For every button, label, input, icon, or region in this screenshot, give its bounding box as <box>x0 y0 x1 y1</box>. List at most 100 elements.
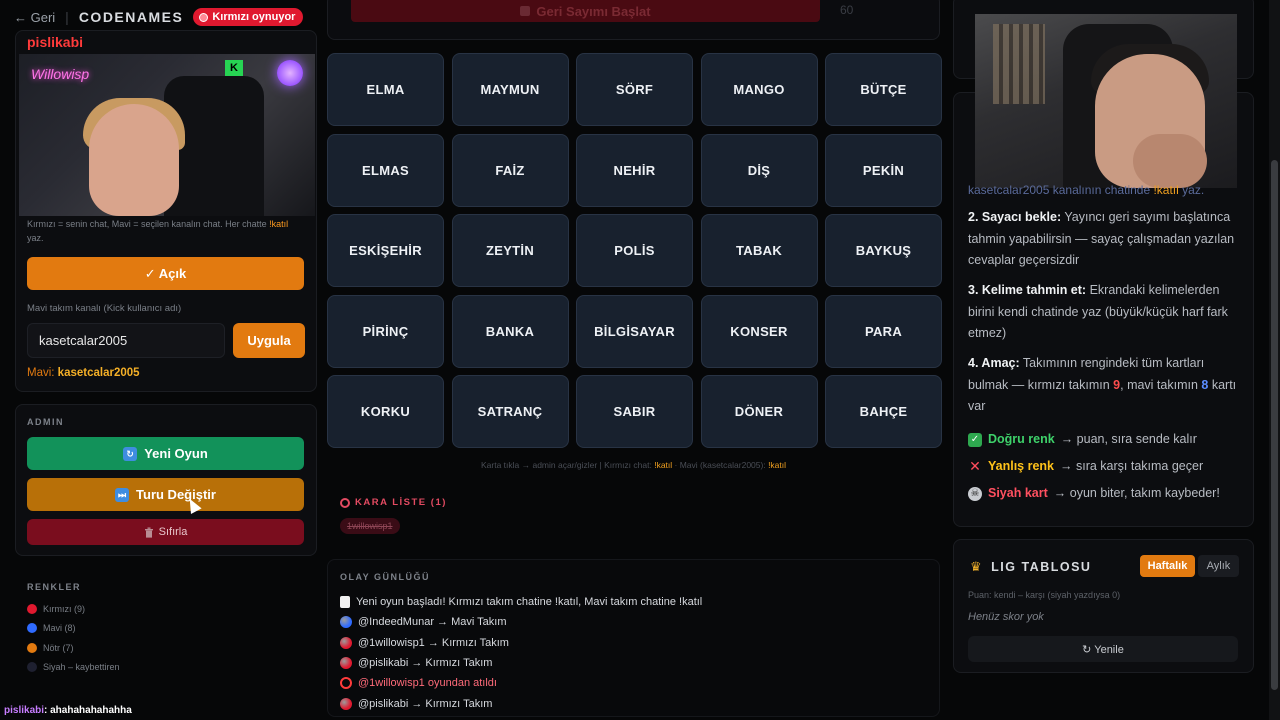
rule-correct-text: → puan, sıra sende kalır <box>1060 431 1197 446</box>
word-board: ELMA MAYMUN SÖRF MANGO BÜTÇE ELMAS FAİZ NEHİR Dİ… <box>327 53 942 448</box>
rule-wrong-label: Yanlış renk <box>988 458 1055 473</box>
league-subtitle: Puan: kendi – karşı (siyah yazdıysa 0) <box>968 590 1121 600</box>
word-card[interactable]: ELMA <box>327 53 444 126</box>
blocked-icon <box>340 497 350 508</box>
rule-step-3: 3. Kelime tahmin et: Ekrandaki kelimeler… <box>968 280 1238 345</box>
color-dot-icon <box>27 603 37 614</box>
trophy-icon: ♛ <box>970 559 984 574</box>
app-root: ← Geri | CODENAMES Kırmızı oynuyor pisli… <box>0 0 1280 720</box>
back-link[interactable]: ← Geri <box>14 10 55 25</box>
open-toggle-button[interactable]: ✓ Açık <box>27 257 304 290</box>
rule-correct: ✓ Doğru renk → puan, sıra sende kalır <box>968 426 1238 453</box>
word-card[interactable]: SABIR <box>576 375 693 448</box>
word-card[interactable]: DÖNER <box>700 375 818 448</box>
rule-step-4: 4. Amaç: Takımının rengindeki tüm kartla… <box>968 353 1238 418</box>
word-card[interactable]: FAİZ <box>451 133 569 207</box>
log-entry: @pislikabi → Kırmızı Takım <box>340 653 702 673</box>
log-entry: @1willowisp1 → Kırmızı Takım <box>340 633 702 653</box>
reset-button[interactable]: Sıfırla <box>27 519 304 545</box>
word-card[interactable]: BAHÇE <box>825 375 942 448</box>
color-legend-item: Kırmızı (9) <box>27 599 120 619</box>
start-countdown-label: Geri Sayımı Başlat <box>536 3 651 19</box>
blacklist-title-text: KARA LİSTE (1) <box>355 497 447 508</box>
log-entry-text: Yeni oyun başladı! Kırmızı takım chatine… <box>356 596 703 609</box>
streamer-webcam: Willowisp K <box>19 54 315 216</box>
team-dot-icon <box>340 636 352 649</box>
word-card[interactable]: TABAK <box>700 214 818 287</box>
scrollbar-thumb[interactable] <box>1271 160 1278 690</box>
rule-step-2: 2. Sayacı bekle: Yayıncı geri sayımı baş… <box>968 207 1238 272</box>
red-dot-icon <box>199 12 209 22</box>
divider: | <box>65 9 69 25</box>
blacklist-title: KARA LİSTE (1) <box>340 497 447 508</box>
word-card[interactable]: DİŞ <box>700 133 818 207</box>
color-legend-list: Kırmızı (9) Mavi (8) Nötr (7) Siyah – kaybe… <box>27 599 120 677</box>
color-dot-icon <box>27 642 37 653</box>
word-card[interactable]: NEHİR <box>576 133 693 207</box>
word-card[interactable]: BÜTÇE <box>825 53 942 126</box>
admin-title: ADMIN <box>27 417 64 427</box>
rule-step-4-text-mid: , mavi takımın <box>1120 377 1202 392</box>
rule-step-1-text-end: yaz. <box>1178 183 1205 197</box>
board-hint-text-mid: · Mavi (kasetcalar2005): <box>672 460 769 470</box>
refresh-button[interactable]: ↻ Yenile <box>968 636 1238 662</box>
countdown-seconds-input[interactable]: 60 <box>830 0 910 22</box>
word-card[interactable]: BİLGİSAYAR <box>576 294 693 368</box>
color-legend-item: Siyah – kaybettiren <box>27 658 120 678</box>
word-card[interactable]: MANGO <box>700 53 818 126</box>
color-dot-icon <box>27 623 37 634</box>
rules-text: kasetcalar2005 kanalının chatinde !katıl… <box>968 183 1238 507</box>
rule-step-4-title: 4. Amaç: <box>968 356 1020 370</box>
league-empty-state: Henüz skor yok <box>968 611 1044 623</box>
guest-webcam <box>975 14 1237 188</box>
color-legend-label: Siyah – kaybettiren <box>43 662 120 673</box>
streamer-face <box>89 104 179 216</box>
blue-channel-input[interactable]: kasetcalar2005 <box>27 323 225 358</box>
log-entry-text: @IndeedMunar → Mavi Takım <box>358 616 507 629</box>
log-entry-text: @pislikabi → Kırmızı Takım <box>358 697 493 710</box>
log-entry-text: @1willowisp1 oyundan atıldı <box>358 677 497 690</box>
lamp-orb <box>277 60 303 86</box>
kick-logo-icon: K <box>225 60 243 76</box>
word-card[interactable]: SATRANÇ <box>451 375 569 448</box>
tab-weekly[interactable]: Haftalık <box>1140 555 1195 577</box>
word-card[interactable]: POLİS <box>576 214 693 287</box>
rule-black: ☠ Siyah kart → oyun biter, takım kaybede… <box>968 480 1238 507</box>
word-card[interactable]: ESKİŞEHİR <box>327 214 444 287</box>
word-card[interactable]: BAYKUŞ <box>825 214 942 287</box>
word-card[interactable]: SÖRF <box>576 53 693 126</box>
word-card[interactable]: PİRİNÇ <box>327 294 444 368</box>
word-card[interactable]: KORKU <box>327 375 444 448</box>
word-card[interactable]: ZEYTİN <box>451 214 569 287</box>
blacklist-chip[interactable]: 1willowisp1 <box>340 518 400 534</box>
apply-button[interactable]: Uygula <box>233 323 305 358</box>
blue-channel-current: Mavi: kasetcalar2005 <box>27 367 140 379</box>
color-legend-label: Kırmızı (9) <box>43 603 85 614</box>
tab-monthly[interactable]: Aylık <box>1198 555 1239 577</box>
board-hint-text: Karta tıkla → admin açar/gizler | Kırmız… <box>480 460 655 470</box>
new-game-label: Yeni Oyun <box>144 446 208 461</box>
word-card[interactable]: BANKA <box>451 294 569 368</box>
switch-turn-button[interactable]: ⏭ Turu Değiştir <box>27 478 304 511</box>
log-entry-text: @1willowisp1 → Kırmızı Takım <box>358 636 509 649</box>
streamer-name: pislikabi <box>27 34 84 50</box>
team-dot-icon <box>340 616 352 629</box>
color-dot-icon <box>27 662 37 673</box>
chat-hint-command: !katıl <box>269 219 289 229</box>
word-card[interactable]: MAYMUN <box>451 53 569 126</box>
log-entry: @1willowisp1 oyundan atıldı <box>340 673 702 693</box>
rule-black-text: → oyun biter, takım kaybeder! <box>1053 485 1220 500</box>
rule-step-2-title: 2. Sayacı bekle: <box>968 210 1062 224</box>
start-countdown-button[interactable]: Geri Sayımı Başlat <box>351 0 820 22</box>
neon-sign: Willowisp <box>31 66 90 82</box>
bookshelf <box>993 24 1045 104</box>
top-bar: ← Geri | CODENAMES Kırmızı oynuyor <box>0 0 320 34</box>
team-dot-icon <box>340 657 352 670</box>
trash-icon <box>144 527 153 538</box>
word-card[interactable]: KONSER <box>700 294 818 368</box>
board-hint-red-command: !katıl <box>654 460 673 470</box>
word-card[interactable]: ELMAS <box>327 133 444 207</box>
new-game-button[interactable]: ↻ Yeni Oyun <box>27 437 304 470</box>
word-card[interactable]: PARA <box>825 294 942 368</box>
word-card[interactable]: PEKİN <box>825 133 942 207</box>
